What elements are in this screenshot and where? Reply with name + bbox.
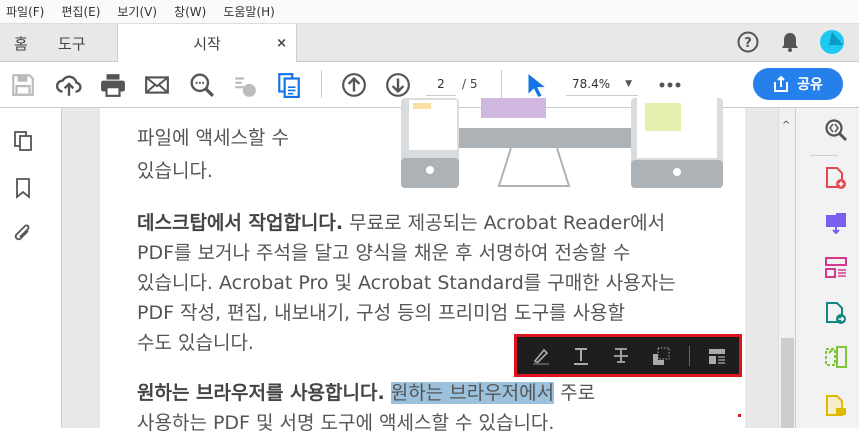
select-cursor-icon[interactable] [522,72,548,98]
export-pdf-icon[interactable] [824,211,848,235]
toolbar-divider [321,70,322,98]
text-line: 원하는 브라우저를 사용합니다. 원하는 브라우저에서 주로 [137,380,595,406]
menu-bar: 파일(F) 편집(E) 보기(V) 창(W) 도움말(H) [0,0,859,24]
bell-icon[interactable] [780,31,800,53]
text-line: 데스크탑에서 작업합니다. 무료로 제공되는 Acrobat Reader에서 [137,210,665,236]
heading-browser: 원하는 브라우저를 사용합니다. [137,382,385,404]
scroll-up-icon[interactable]: ^ [782,120,790,131]
copy-area-icon[interactable] [651,346,671,366]
left-navigation-panel [0,108,62,428]
menu-file[interactable]: 파일(F) [6,3,44,20]
compare-files-icon[interactable] [824,345,848,369]
organize-pages-icon[interactable] [824,256,848,280]
attachment-icon[interactable] [12,223,34,245]
menu-window[interactable]: 창(W) [174,3,206,20]
underline-icon[interactable] [571,346,591,366]
scrollbar-thumb[interactable] [781,338,794,428]
text-line: 수도 있습니다. [137,332,254,354]
comment-icon[interactable] [824,394,848,418]
page-thumbnails-icon[interactable] [12,130,34,152]
text-span: 무료로 제공되는 Acrobat Reader에서 [349,212,666,234]
devices-illustration [401,98,723,188]
edit-layout-icon[interactable] [707,346,727,366]
hand-sign-icon[interactable] [232,72,258,98]
tab-bar: 홈 도구 시작 × ? [0,24,859,63]
heading-desktop: 데스크탑에서 작업합니다. [137,212,344,234]
share-label: 공유 [797,77,823,93]
menu-view[interactable]: 보기(V) [117,3,157,20]
vertical-scrollbar[interactable]: ^ [778,108,795,428]
send-pdf-icon[interactable] [824,301,848,325]
create-pdf-icon[interactable] [824,166,848,190]
share-button[interactable]: 공유 [753,68,843,100]
toolbar-divider [501,70,502,98]
selected-text[interactable]: 원하는 브라우저에서 [390,382,555,404]
print-icon[interactable] [100,72,126,98]
text-line: 사용하는 PDF 및 서명 도구에 액세스할 수 있습니다. [137,412,555,434]
svg-text:?: ? [744,36,752,51]
next-page-icon[interactable] [385,72,411,98]
zoom-select[interactable]: 78.4% ▼ [566,74,638,96]
search-icon[interactable] [189,72,215,98]
menu-help[interactable]: 도움말(H) [223,3,275,20]
text-span: 주로 [560,382,596,404]
text-markup-toolbar [514,334,742,377]
page-number-input[interactable]: 2 [426,74,456,96]
pages-icon[interactable] [276,72,302,98]
tab-document[interactable]: 시작 × [117,24,297,63]
tab-home[interactable]: 홈 [14,24,28,62]
cloud-upload-icon[interactable] [56,72,82,98]
divider [689,346,690,366]
text-line: 파일에 액세스할 수 [137,127,289,149]
share-icon [774,76,789,92]
zoom-tool-icon[interactable] [824,118,848,142]
selection-marker [738,414,741,417]
text-line: PDF 작성, 편집, 내보내기, 구성 등의 프리미엄 도구를 사용할 [137,302,626,324]
highlight-icon[interactable] [531,346,551,366]
text-line: PDF를 보거나 주석을 달고 양식을 채운 후 서명하여 전송할 수 [137,242,631,264]
previous-page-icon[interactable] [341,72,367,98]
divider [810,155,838,156]
chevron-down-icon: ▼ [625,79,632,89]
avatar[interactable] [819,29,845,55]
tab-tools[interactable]: 도구 [58,24,86,62]
zoom-value: 78.4% [572,77,611,91]
email-icon[interactable] [144,72,170,98]
menu-edit[interactable]: 편집(E) [61,3,100,20]
tab-document-label: 시작 [193,35,221,53]
help-icon[interactable]: ? [737,31,759,53]
text-line: 있습니다. [137,160,213,182]
text-line: 있습니다. Acrobat Pro 및 Acrobat Standard를 구매… [137,272,676,294]
save-icon[interactable] [10,72,36,98]
bookmark-icon[interactable] [12,177,34,199]
close-icon[interactable]: × [276,36,287,51]
page-total: / 5 [462,77,478,91]
more-icon[interactable] [657,72,683,98]
strikethrough-icon[interactable] [611,346,631,366]
tools-panel [795,108,859,428]
